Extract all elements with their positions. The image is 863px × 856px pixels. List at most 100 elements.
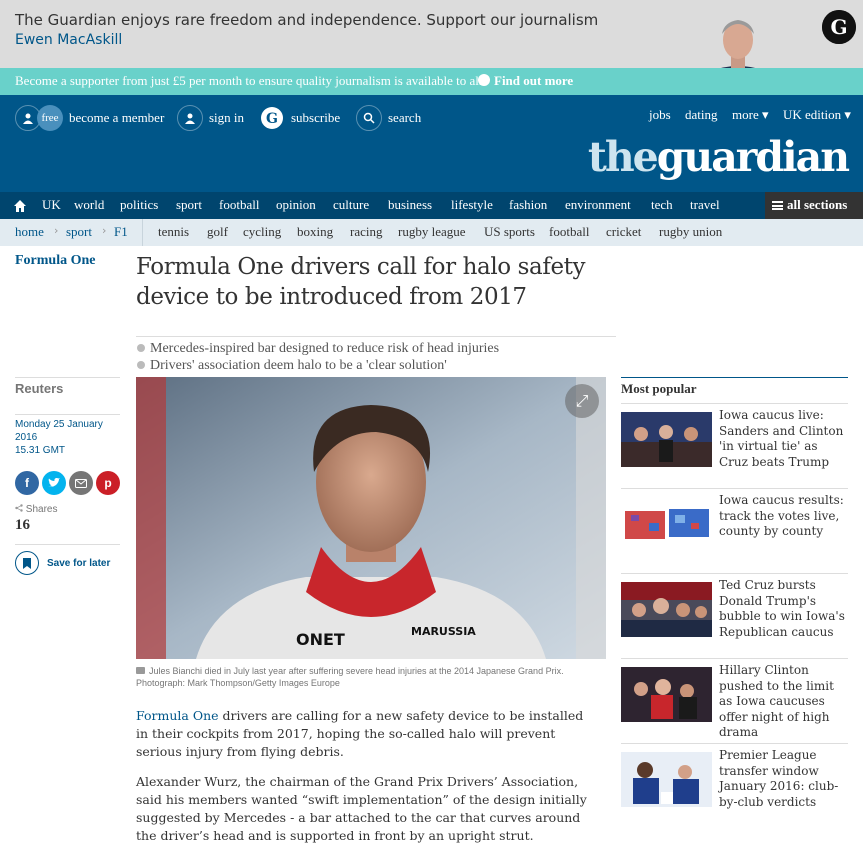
subnav-tennis[interactable]: tennis — [158, 224, 189, 240]
twitter-icon[interactable] — [42, 471, 66, 495]
nav-tech[interactable]: tech — [651, 197, 673, 213]
home-icon[interactable] — [13, 198, 27, 212]
guardian-roundel-icon: G — [822, 10, 856, 44]
most-popular-headline: Iowa caucus live: Sanders and Clinton 'i… — [719, 408, 844, 469]
arrow-icon — [478, 74, 490, 86]
publish-date: Monday 25 January 2016 15.31 GMT — [15, 414, 120, 457]
nav-lifestyle[interactable]: lifestyle — [451, 197, 493, 213]
chevron-right-icon: › — [54, 224, 59, 237]
most-popular: Most popular Iowa caucus live: Sanders a… — [621, 377, 848, 809]
most-popular-thumbnail — [621, 412, 712, 467]
most-popular-item[interactable]: Iowa caucus results: track the votes liv… — [621, 488, 848, 568]
nav-business[interactable]: business — [388, 197, 432, 213]
pinterest-icon[interactable]: p — [96, 471, 120, 495]
body-paragraph: Alexander Wurz, the chairman of the Gran… — [136, 774, 587, 843]
become-member-label: become a member — [69, 110, 165, 125]
save-for-later-button[interactable]: Save for later — [15, 544, 120, 575]
camera-icon — [136, 667, 145, 674]
most-popular-headline: Hillary Clinton pushed to the limit as I… — [719, 663, 834, 739]
subnav-racing[interactable]: racing — [350, 224, 382, 240]
site-header: free become a member sign in G subscribe… — [0, 95, 863, 192]
subnav-golf[interactable]: golf — [207, 224, 228, 240]
expand-image-button[interactable]: ⤢ — [565, 384, 599, 418]
become-member-link[interactable]: free become a member — [15, 105, 164, 131]
most-popular-headline: Ted Cruz bursts Donald Trump's bubble to… — [719, 578, 845, 639]
article-main-image[interactable]: ONET MARUSSIA — [136, 377, 606, 659]
find-out-more-link[interactable]: Find out more — [478, 73, 573, 89]
search-link[interactable]: search — [356, 105, 421, 131]
bookmark-icon — [15, 551, 39, 575]
article-meta: Reuters Monday 25 January 2016 15.31 GMT… — [15, 377, 120, 575]
most-popular-thumbnail — [621, 752, 712, 807]
email-icon[interactable] — [69, 471, 93, 495]
ad-banner[interactable]: The Guardian enjoys rare freedom and ind… — [0, 0, 863, 95]
most-popular-item[interactable]: Hillary Clinton pushed to the limit as I… — [621, 658, 848, 739]
ad-author: Ewen MacAskill — [15, 32, 123, 48]
dating-link[interactable]: dating — [685, 107, 718, 123]
jobs-link[interactable]: jobs — [649, 107, 671, 123]
nav-world[interactable]: world — [74, 197, 104, 213]
all-sections-label: all sections — [787, 197, 848, 212]
subnav-divider — [142, 219, 143, 246]
most-popular-thumbnail — [621, 582, 712, 637]
search-icon — [356, 105, 382, 131]
subnav-football[interactable]: football — [549, 224, 589, 240]
standfirst-item: Mercedes-inspired bar designed to reduce… — [136, 340, 616, 357]
sign-in-link[interactable]: sign in — [177, 105, 244, 131]
nav-environment[interactable]: environment — [565, 197, 631, 213]
logo-guardian: guardian — [656, 133, 850, 181]
nav-uk[interactable]: UK — [42, 197, 61, 213]
subnav-cycling[interactable]: cycling — [243, 224, 281, 240]
subscribe-label: subscribe — [291, 110, 341, 125]
menu-icon — [772, 201, 783, 210]
nav-fashion[interactable]: fashion — [509, 197, 547, 213]
sub-nav: home › sport › F1 tennis golf cycling bo… — [0, 219, 863, 246]
divider — [136, 336, 616, 337]
breadcrumb-home[interactable]: home — [15, 224, 44, 240]
more-menu[interactable]: more ▾ — [732, 107, 769, 123]
byline[interactable]: Reuters — [15, 377, 120, 396]
subnav-rugby-union[interactable]: rugby union — [659, 224, 722, 240]
edition-selector[interactable]: UK edition ▾ — [783, 107, 851, 123]
save-for-later-label: Save for later — [47, 557, 111, 569]
breadcrumb-f1[interactable]: F1 — [114, 224, 128, 240]
breadcrumb-sport[interactable]: sport — [66, 224, 92, 240]
nav-opinion[interactable]: opinion — [276, 197, 316, 213]
search-label: search — [388, 110, 422, 125]
image-caption: Jules Bianchi died in July last year aft… — [136, 665, 606, 689]
nav-culture[interactable]: culture — [333, 197, 369, 213]
all-sections-button[interactable]: all sections — [765, 192, 863, 219]
facebook-icon[interactable]: f — [15, 471, 39, 495]
most-popular-thumbnail — [621, 667, 712, 722]
section-label[interactable]: Formula One — [15, 253, 96, 269]
most-popular-item[interactable]: Iowa caucus live: Sanders and Clinton 'i… — [621, 403, 848, 483]
most-popular-title: Most popular — [621, 377, 848, 397]
share-buttons: f p — [15, 471, 120, 495]
most-popular-item[interactable]: Ted Cruz bursts Donald Trump's bubble to… — [621, 573, 848, 653]
guardian-g-icon: G — [259, 105, 285, 131]
logo-the: the — [587, 133, 659, 181]
nav-sport[interactable]: sport — [176, 197, 202, 213]
most-popular-headline: Iowa caucus results: track the votes liv… — [719, 493, 844, 538]
subnav-us-sports[interactable]: US sports — [484, 224, 535, 240]
subnav-boxing[interactable]: boxing — [297, 224, 333, 240]
nav-politics[interactable]: politics — [120, 197, 158, 213]
shares-count: 16 — [15, 517, 30, 533]
most-popular-headline: Premier League transfer window January 2… — [719, 748, 839, 809]
formula-one-link[interactable]: Formula One — [136, 708, 219, 723]
shares-label: Shares — [15, 504, 120, 515]
supporter-strip: Become a supporter from just £5 per mont… — [0, 68, 863, 95]
guardian-logo[interactable]: theguardian — [587, 133, 850, 181]
subnav-rugby-league[interactable]: rugby league — [398, 224, 466, 240]
most-popular-item[interactable]: Premier League transfer window January 2… — [621, 743, 848, 823]
nav-travel[interactable]: travel — [690, 197, 720, 213]
section-nav: UK world politics sport football opinion… — [0, 192, 863, 219]
subscribe-link[interactable]: G subscribe — [259, 105, 340, 131]
svg-text:G: G — [266, 111, 278, 127]
body-paragraph: Formula One drivers are calling for a ne… — [136, 707, 596, 761]
subnav-cricket[interactable]: cricket — [606, 224, 641, 240]
shares-label-text: Shares — [25, 504, 58, 515]
share-icon — [15, 504, 23, 512]
chevron-right-icon: › — [102, 224, 107, 237]
nav-football[interactable]: football — [219, 197, 259, 213]
